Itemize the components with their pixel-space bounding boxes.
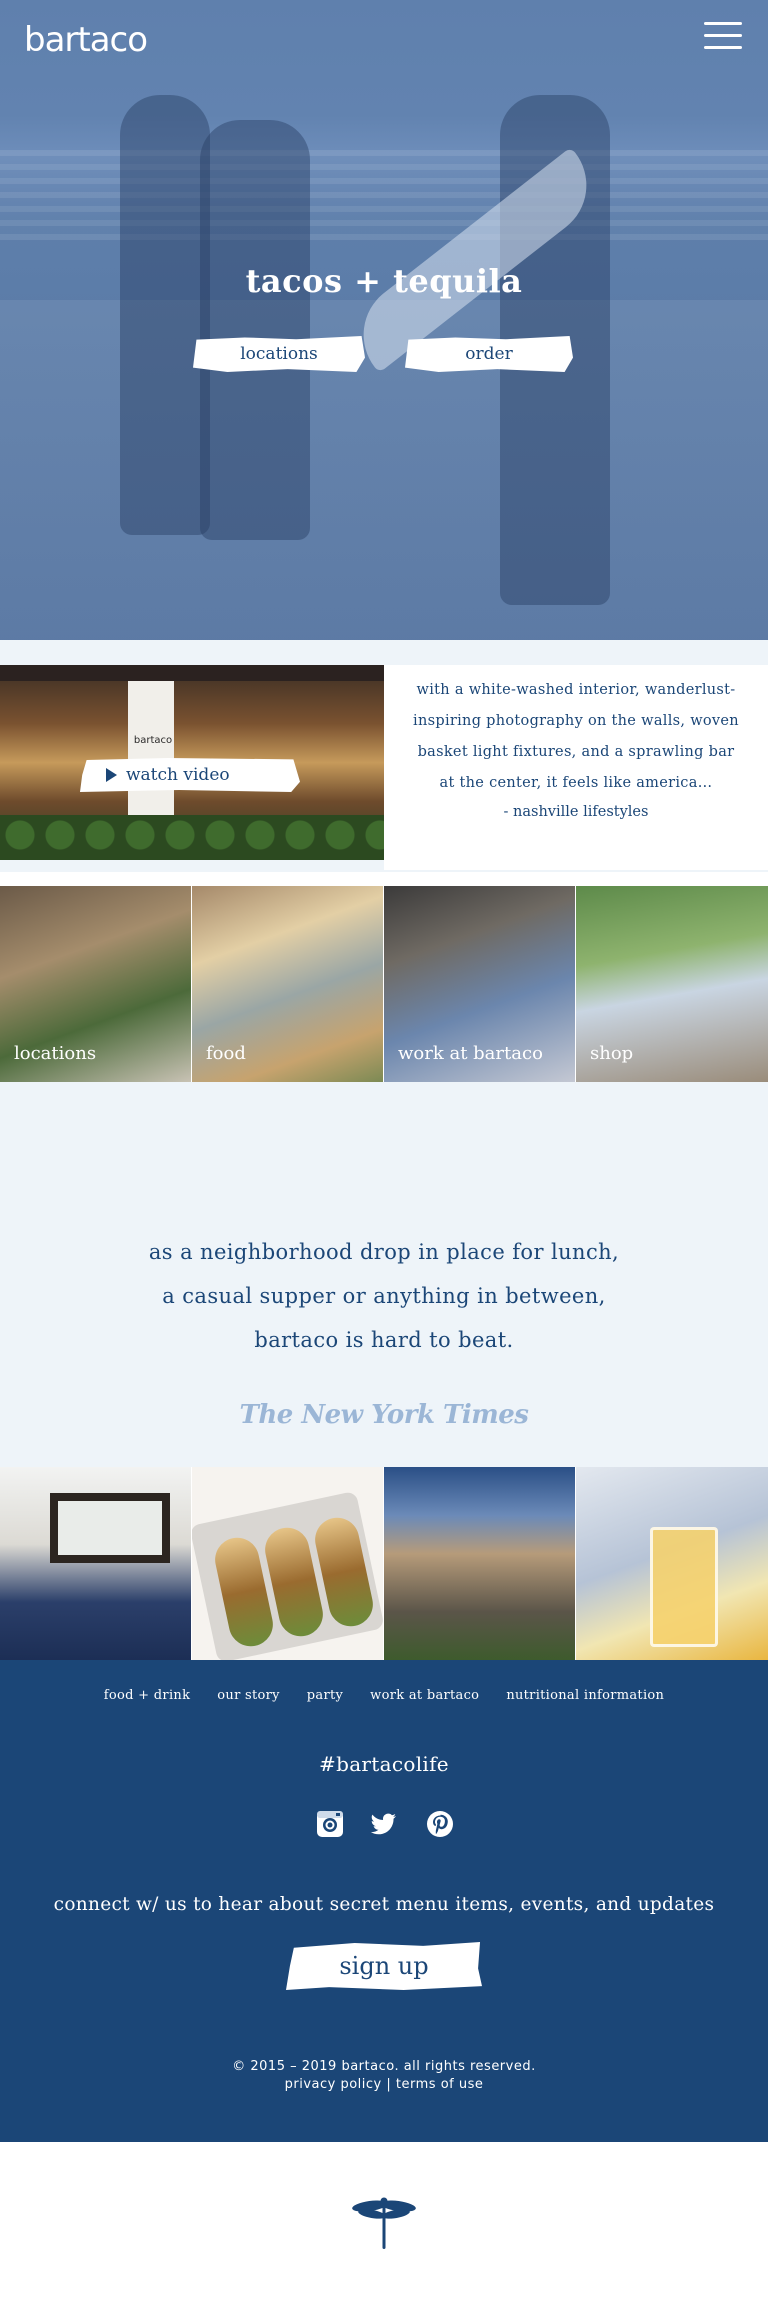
watch-video-label: watch video bbox=[126, 765, 230, 785]
tile-work-at-bartaco[interactable]: work at bartaco bbox=[384, 886, 575, 1082]
twitter-icon[interactable] bbox=[370, 1810, 398, 1838]
hero-banner: bartaco tacos + tequila locations order bbox=[0, 0, 768, 640]
newsletter-prompt: connect w/ us to hear about secret menu … bbox=[53, 1894, 715, 1915]
category-tiles: locations food work at bartaco shop bbox=[0, 886, 768, 1082]
site-footer: food + drink our story party work at bar… bbox=[0, 1660, 768, 2142]
play-icon bbox=[106, 768, 117, 782]
copyright-block: © 2015 – 2019 bartaco. all rights reserv… bbox=[0, 2058, 768, 2094]
tile-shop[interactable]: shop bbox=[576, 886, 768, 1082]
terms-of-use-link[interactable]: terms of use bbox=[396, 2077, 483, 2092]
footer-link-food-drink[interactable]: food + drink bbox=[104, 1688, 191, 1703]
hero-figure bbox=[120, 95, 210, 535]
tile-food[interactable]: food bbox=[192, 886, 383, 1082]
footer-link-nutritional-information[interactable]: nutritional information bbox=[506, 1688, 664, 1703]
tile-label: food bbox=[206, 1043, 246, 1064]
sign-up-button[interactable]: sign up bbox=[286, 1942, 482, 1990]
hashtag: #bartacolife bbox=[319, 1752, 449, 1776]
legal-links: privacy policy | terms of use bbox=[0, 2076, 768, 2094]
press-quote-text: with a white-washed interior, wanderlust… bbox=[413, 682, 739, 791]
pinterest-icon[interactable] bbox=[426, 1810, 454, 1838]
footer-link-work-at-bartaco[interactable]: work at bartaco bbox=[370, 1688, 479, 1703]
wall-mirror bbox=[50, 1493, 170, 1563]
photo-drink bbox=[576, 1467, 768, 1660]
copyright-text: © 2015 – 2019 bartaco. all rights reserv… bbox=[232, 2059, 536, 2074]
press-quote: with a white-washed interior, wanderlust… bbox=[384, 665, 768, 870]
locations-button[interactable]: locations bbox=[193, 336, 365, 372]
footer-nav: food + drink our story party work at bar… bbox=[0, 1688, 768, 1703]
tile-label: locations bbox=[14, 1043, 97, 1064]
privacy-policy-link[interactable]: privacy policy bbox=[285, 2077, 382, 2092]
photo-storefront bbox=[384, 1467, 575, 1660]
bartaco-logo[interactable]: bartaco bbox=[24, 20, 148, 60]
press-quote-attribution: - nashville lifestyles bbox=[503, 804, 649, 820]
review-text: as a neighborhood drop in place for lunc… bbox=[148, 1240, 620, 1352]
bottom-bar bbox=[0, 2142, 768, 2297]
instagram-icon[interactable] bbox=[316, 1810, 344, 1838]
planter-plants bbox=[0, 815, 384, 860]
tile-label: shop bbox=[590, 1043, 634, 1064]
dragonfly-logo-icon bbox=[352, 2197, 416, 2249]
tile-label: work at bartaco bbox=[398, 1043, 543, 1064]
storefront-sign: bartaco bbox=[133, 735, 173, 746]
nyt-logo: The New York Times bbox=[239, 1400, 529, 1430]
hero-sea bbox=[0, 150, 768, 240]
photo-row bbox=[0, 1467, 768, 1660]
tile-locations[interactable]: locations bbox=[0, 886, 191, 1082]
legal-separator: | bbox=[386, 2077, 392, 2092]
photo-interior bbox=[0, 1467, 191, 1660]
order-button[interactable]: order bbox=[405, 336, 573, 372]
awning bbox=[0, 665, 384, 681]
social-icons bbox=[316, 1810, 456, 1840]
review-section: as a neighborhood drop in place for lunc… bbox=[0, 1082, 768, 1467]
cocktail-glass bbox=[650, 1527, 718, 1647]
photo-tacos bbox=[192, 1467, 383, 1660]
hero-title: tacos + tequila bbox=[245, 262, 523, 300]
footer-link-party[interactable]: party bbox=[307, 1688, 343, 1703]
hero-figure bbox=[200, 120, 310, 540]
footer-link-our-story[interactable]: our story bbox=[217, 1688, 280, 1703]
watch-video-button[interactable]: watch video bbox=[80, 758, 300, 792]
hamburger-menu-icon[interactable] bbox=[704, 22, 742, 50]
